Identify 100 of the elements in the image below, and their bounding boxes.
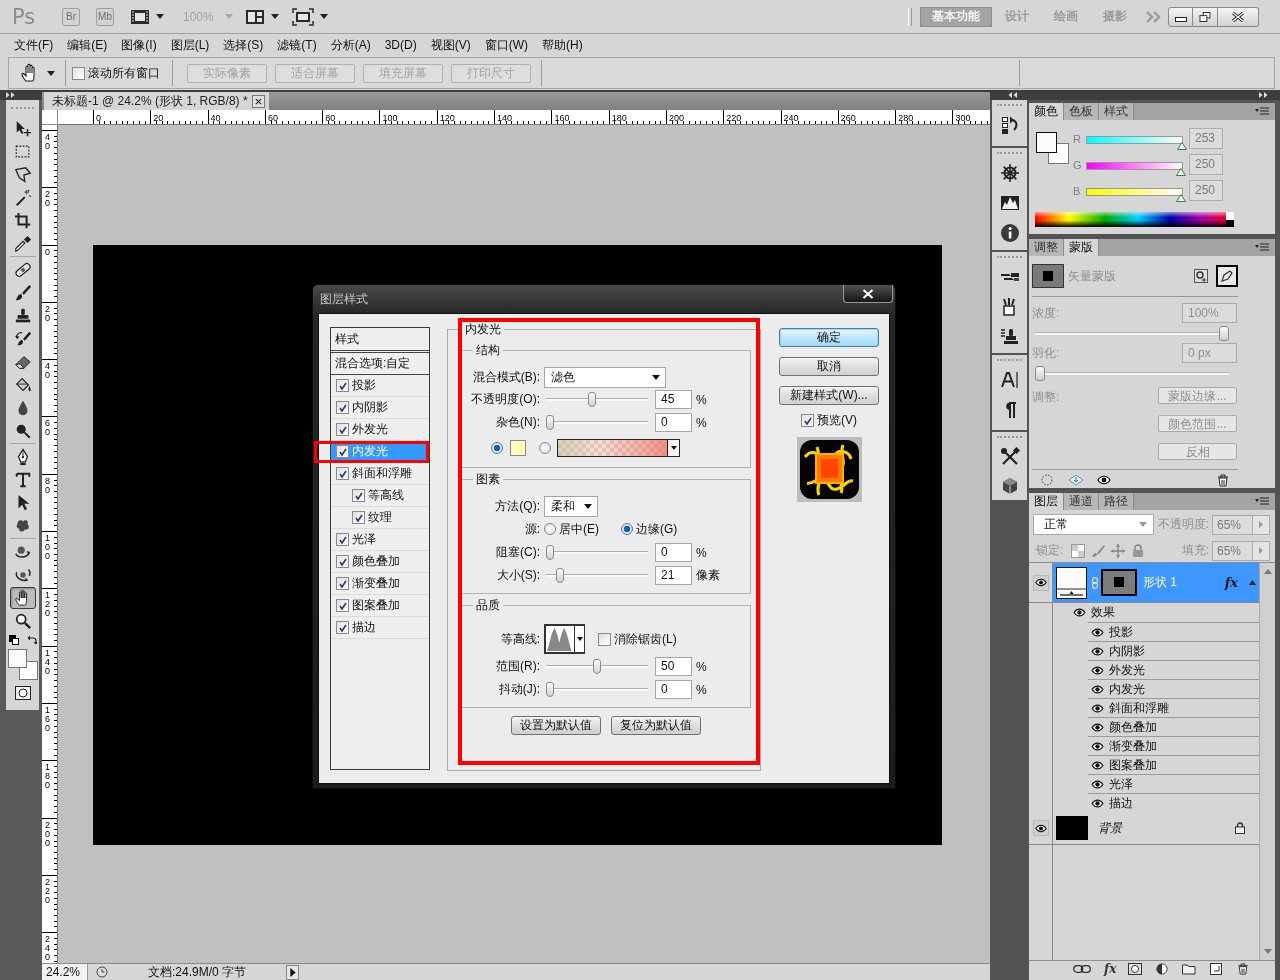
panel-tab[interactable]: 通道	[1064, 493, 1099, 510]
checkbox[interactable]	[336, 379, 349, 392]
style-item[interactable]: 外发光	[331, 419, 429, 441]
dropdown[interactable]: 滤色	[544, 367, 666, 388]
checkbox[interactable]	[336, 621, 349, 634]
panel-tab[interactable]: 图层	[1029, 493, 1064, 510]
panel-menu-icon[interactable]	[1255, 107, 1269, 115]
panel-menu-icon[interactable]	[1255, 497, 1269, 505]
checkbox[interactable]	[352, 511, 365, 524]
ship-wheel-icon[interactable]	[999, 163, 1020, 183]
style-item[interactable]: 纹理	[331, 507, 429, 529]
visibility-toggle[interactable]	[1033, 574, 1049, 591]
vertical-scrollbar[interactable]	[1259, 563, 1275, 960]
eye-icon[interactable]	[1091, 779, 1104, 789]
menu-item[interactable]: 滤镜(T)	[277, 36, 317, 54]
stamp-list-icon[interactable]	[999, 327, 1020, 347]
history-icon[interactable]	[999, 115, 1020, 135]
close-button[interactable]	[1218, 6, 1259, 27]
panel-tab[interactable]: 色板	[1064, 103, 1099, 120]
menu-item[interactable]: 文件(F)	[14, 36, 54, 54]
dialog-button[interactable]: 确定	[779, 328, 879, 347]
chain-link-icon[interactable]	[1073, 964, 1091, 973]
value-field[interactable]: 50	[655, 657, 692, 676]
value-field[interactable]: 21	[655, 566, 692, 585]
caret-icon[interactable]	[47, 70, 55, 76]
checkbox[interactable]	[801, 414, 814, 427]
radio-button[interactable]	[491, 442, 503, 454]
panel-tab[interactable]: 颜色	[1029, 103, 1064, 120]
info-icon[interactable]	[999, 223, 1020, 243]
slider-thumb[interactable]	[593, 659, 601, 674]
menu-item[interactable]: 分析(A)	[330, 36, 371, 54]
slider-thumb[interactable]	[556, 568, 565, 583]
effects-label[interactable]: 效果	[1091, 604, 1115, 621]
eye-icon[interactable]	[1091, 646, 1104, 656]
effect-label[interactable]: 描边	[1109, 794, 1133, 812]
checkbox[interactable]	[336, 445, 349, 458]
screen-mode-icon[interactable]	[291, 7, 314, 26]
radio-button[interactable]	[544, 523, 556, 535]
layer-item[interactable]: 背景	[1053, 812, 1259, 844]
app-launcher-button[interactable]: Mb	[96, 7, 114, 26]
slider-thumb[interactable]	[546, 682, 554, 697]
style-item[interactable]: 颜色叠加	[331, 551, 429, 573]
dialog-button[interactable]: 新建样式(W)...	[779, 386, 879, 405]
radio-button[interactable]	[539, 442, 551, 454]
checkbox[interactable]	[336, 401, 349, 414]
effect-label[interactable]: 光泽	[1109, 775, 1133, 793]
add-style-button[interactable]: fx	[1104, 961, 1117, 976]
slider-thumb[interactable]	[1177, 142, 1188, 150]
mask-icon[interactable]	[1128, 962, 1143, 975]
style-item[interactable]: 渐变叠加	[331, 573, 429, 595]
color-spectrum[interactable]	[1035, 212, 1234, 227]
value-field[interactable]: 45	[655, 390, 692, 409]
eye-icon[interactable]	[1091, 760, 1104, 770]
half-circle-icon[interactable]	[1155, 962, 1170, 975]
blend-mode-dropdown[interactable]: 正常	[1033, 514, 1154, 535]
effect-label[interactable]: 投影	[1109, 623, 1133, 641]
menu-item[interactable]: 图层(L)	[170, 36, 210, 54]
default-button[interactable]: 设置为默认值	[510, 716, 601, 735]
layer-item[interactable]: 形状 1 fx	[1053, 563, 1259, 602]
vector-mask-thumbnail[interactable]	[1101, 569, 1137, 596]
contour-picker[interactable]	[544, 624, 585, 654]
effect-label[interactable]: 外发光	[1109, 661, 1145, 679]
checkbox[interactable]	[598, 632, 611, 646]
dropdown[interactable]: 柔和	[544, 496, 598, 517]
panel-tab[interactable]: 路径	[1099, 493, 1134, 510]
checkbox[interactable]	[336, 555, 349, 568]
style-item[interactable]: 光泽	[331, 529, 429, 551]
fill-slider-button[interactable]	[1253, 540, 1270, 561]
new-layer-icon[interactable]	[1209, 962, 1224, 975]
eye-icon[interactable]	[1091, 684, 1104, 694]
character-icon[interactable]	[999, 370, 1020, 390]
close-button[interactable]	[843, 285, 893, 303]
document-tab[interactable]: 未标题-1 @ 24.2% (形状 1, RGB/8) *	[44, 92, 269, 110]
scroll-down-icon[interactable]	[1263, 949, 1272, 954]
tool-button[interactable]	[9, 587, 36, 609]
eye-icon[interactable]	[1091, 703, 1104, 713]
effect-label[interactable]: 颜色叠加	[1109, 718, 1157, 736]
effect-label[interactable]: 内阴影	[1109, 642, 1145, 660]
slider-thumb[interactable]	[546, 545, 554, 560]
scroll-up-icon[interactable]	[1263, 569, 1272, 574]
folder-icon[interactable]	[1182, 962, 1197, 975]
app-launcher-button[interactable]: Br	[62, 7, 80, 26]
close-tab-button[interactable]	[251, 94, 265, 108]
opacity-slider-button[interactable]	[1253, 514, 1270, 535]
checkbox[interactable]	[336, 423, 349, 436]
slider-thumb[interactable]	[588, 392, 597, 407]
expand-panel-icon[interactable]	[1259, 92, 1268, 98]
effect-label[interactable]: 图案叠加	[1109, 756, 1157, 774]
style-item[interactable]: 斜面和浮雕	[331, 463, 429, 485]
checkbox[interactable]	[336, 577, 349, 590]
style-item[interactable]: 内阴影	[331, 397, 429, 419]
menu-item[interactable]: 图像(I)	[121, 36, 157, 54]
default-colors-icon[interactable]	[8, 635, 19, 645]
styles-header[interactable]: 样式	[331, 328, 429, 353]
caret-icon[interactable]	[270, 14, 279, 19]
eye-icon[interactable]	[1091, 798, 1104, 808]
checkbox[interactable]	[352, 489, 365, 502]
zoom-field[interactable]: 24.2%	[42, 964, 88, 980]
eye-icon[interactable]	[1091, 722, 1104, 732]
style-item[interactable]: 描边	[331, 617, 429, 639]
